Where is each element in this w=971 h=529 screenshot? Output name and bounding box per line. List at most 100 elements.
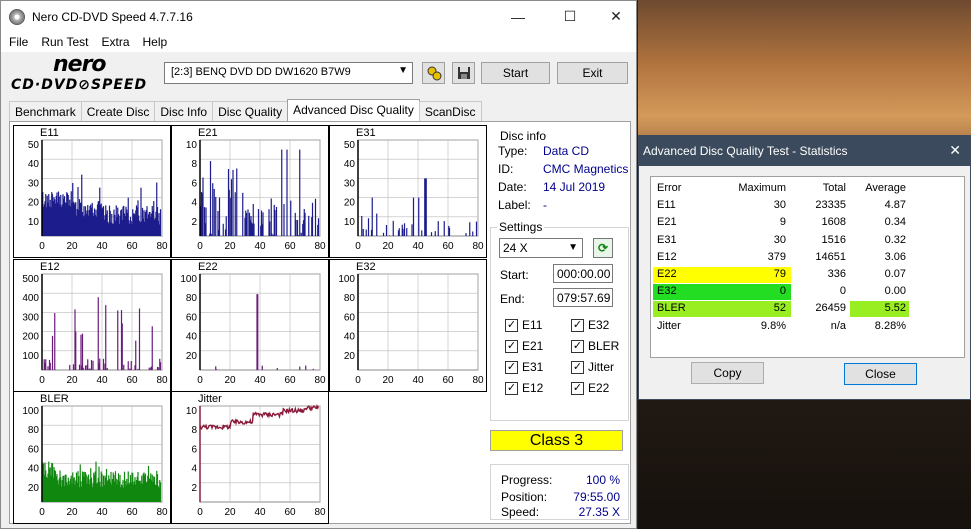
chart-e21: 10 8 6 4 2 0 20 40 60 80 E21 bbox=[171, 125, 329, 258]
x-tick-label: 60 bbox=[284, 507, 296, 518]
maximize-button[interactable]: ☐ bbox=[547, 1, 593, 32]
y-tick-label: 80 bbox=[186, 293, 198, 304]
stats-row: Jitter 9.8% n/a 8.28% bbox=[657, 319, 906, 332]
tab-disc-info[interactable]: Disc Info bbox=[154, 101, 214, 121]
exit-button[interactable]: Exit bbox=[557, 62, 628, 84]
y-tick-label: 8 bbox=[191, 425, 197, 436]
chevron-down-icon: ▼ bbox=[398, 65, 408, 76]
tab-disc-quality[interactable]: Disc Quality bbox=[212, 101, 289, 121]
tab-panel: 50 40 30 20 10 0 20 40 60 80 E11 10 8 6 4 2 0 20 40 60 80 E21… bbox=[9, 121, 631, 524]
x-tick-label: 20 bbox=[382, 241, 394, 252]
y-tick-label: 10 bbox=[186, 406, 198, 417]
dialog-close-icon[interactable]: ✕ bbox=[949, 142, 961, 159]
stats-row: E22 79 336 0.07 bbox=[657, 268, 906, 280]
x-tick-label: 60 bbox=[126, 507, 138, 518]
drive-settings-button[interactable] bbox=[422, 62, 445, 84]
statistics-dialog: Advanced Disc Quality Test - Statistics … bbox=[638, 135, 971, 400]
y-tick-label: 10 bbox=[186, 140, 198, 151]
x-tick-label: 40 bbox=[254, 375, 266, 386]
check-icon: ✓ bbox=[571, 318, 584, 332]
y-tick-label: 80 bbox=[344, 293, 356, 304]
chart-e22: 100 80 60 40 20 0 20 40 60 80 E22 bbox=[171, 259, 329, 392]
x-tick-label: 0 bbox=[39, 241, 45, 252]
x-tick-label: 80 bbox=[472, 241, 484, 252]
x-tick-label: 80 bbox=[314, 241, 326, 252]
checkbox-e32[interactable]: ✓ E32 bbox=[571, 318, 609, 332]
x-tick-label: 20 bbox=[224, 507, 236, 518]
disc-label: - bbox=[543, 198, 547, 212]
start-time-field[interactable]: 000:00.00 bbox=[553, 264, 613, 283]
y-tick-label: 40 bbox=[344, 159, 356, 170]
drive-select[interactable]: [2:3] BENQ DVD DD DW1620 B7W9 ▼ bbox=[164, 62, 413, 84]
chevron-down-icon: ▼ bbox=[568, 242, 578, 253]
x-tick-label: 60 bbox=[442, 241, 454, 252]
checkbox-e12[interactable]: ✓ E12 bbox=[505, 381, 543, 395]
chart-title: E22 bbox=[198, 261, 218, 273]
close-button[interactable]: ✕ bbox=[593, 1, 639, 32]
x-tick-label: 40 bbox=[412, 241, 424, 252]
x-tick-label: 40 bbox=[412, 375, 424, 386]
stats-row: E21 9 1608 0.34 bbox=[657, 216, 906, 229]
x-tick-label: 20 bbox=[66, 241, 78, 252]
tab-create-disc[interactable]: Create Disc bbox=[80, 101, 156, 121]
x-tick-label: 80 bbox=[472, 375, 484, 386]
disc-date: 14 Jul 2019 bbox=[543, 180, 606, 194]
menu-extra[interactable]: Extra bbox=[93, 35, 134, 49]
chart-title: E21 bbox=[198, 127, 218, 139]
y-tick-label: 30 bbox=[28, 178, 40, 189]
y-tick-label: 60 bbox=[186, 312, 198, 323]
main-window: Nero CD-DVD Speed 4.7.7.16 — ☐ ✕ File Ru… bbox=[0, 0, 637, 529]
minimize-button[interactable]: — bbox=[495, 1, 541, 32]
menu-run-test[interactable]: Run Test bbox=[33, 35, 93, 49]
dialog-close-button[interactable]: Close bbox=[844, 363, 917, 385]
disc-type: Data CD bbox=[543, 144, 590, 158]
statistics-table: Error Maximum Total Average E11 30 23335 4.87 E2… bbox=[650, 176, 965, 358]
y-tick-label: 80 bbox=[28, 425, 40, 436]
speed-select[interactable]: 24 X ▼ bbox=[499, 238, 583, 258]
checkbox-e21[interactable]: ✓ E21 bbox=[505, 339, 543, 353]
chart-e31: 50 40 30 20 10 0 20 40 60 80 E31 bbox=[329, 125, 487, 258]
checkbox-jitter[interactable]: ✓ Jitter bbox=[571, 360, 614, 374]
check-icon: ✓ bbox=[571, 360, 584, 374]
x-tick-label: 40 bbox=[96, 375, 108, 386]
tab-scandisc[interactable]: ScanDisc bbox=[418, 101, 482, 121]
end-time-field[interactable]: 079:57.69 bbox=[553, 288, 613, 307]
class-result: Class 3 bbox=[490, 430, 623, 451]
tab-advanced-disc-quality[interactable]: Advanced Disc Quality bbox=[287, 99, 420, 121]
checkbox-e31[interactable]: ✓ E31 bbox=[505, 360, 543, 374]
x-tick-label: 80 bbox=[314, 375, 326, 386]
x-tick-label: 40 bbox=[254, 241, 266, 252]
y-tick-label: 400 bbox=[22, 293, 39, 304]
stats-row: E11 30 23335 4.87 bbox=[657, 199, 906, 212]
x-tick-label: 20 bbox=[66, 507, 78, 518]
y-tick-label: 50 bbox=[28, 140, 40, 151]
tab-benchmark[interactable]: Benchmark bbox=[9, 101, 82, 121]
menu-help[interactable]: Help bbox=[135, 35, 173, 49]
y-tick-label: 10 bbox=[344, 217, 356, 228]
copy-button[interactable]: Copy bbox=[691, 362, 764, 384]
checkbox-bler[interactable]: ✓ BLER bbox=[571, 339, 619, 353]
y-tick-label: 100 bbox=[22, 351, 39, 362]
stats-header-row: Error Maximum Total Average bbox=[657, 182, 906, 194]
chart-title: E12 bbox=[40, 261, 60, 273]
checkbox-e22[interactable]: ✓ E22 bbox=[571, 381, 609, 395]
x-tick-label: 60 bbox=[284, 375, 296, 386]
tab-strip: Benchmark Create Disc Disc Info Disc Qua… bbox=[9, 99, 482, 121]
position-value: 79:55.00 bbox=[573, 490, 620, 504]
y-tick-label: 4 bbox=[191, 198, 197, 209]
refresh-icon[interactable]: ⟳ bbox=[593, 238, 613, 258]
x-tick-label: 20 bbox=[382, 375, 394, 386]
menu-file[interactable]: File bbox=[1, 35, 33, 49]
x-tick-label: 20 bbox=[224, 241, 236, 252]
y-tick-label: 200 bbox=[22, 332, 39, 343]
menu-bar: File Run Test Extra Help bbox=[1, 32, 636, 52]
x-tick-label: 20 bbox=[224, 375, 236, 386]
settings-group: Settings 24 X ▼ ⟳ Start: 000:00.00 End: … bbox=[490, 220, 629, 421]
x-tick-label: 40 bbox=[254, 507, 266, 518]
y-tick-label: 100 bbox=[338, 274, 355, 285]
start-button[interactable]: Start bbox=[481, 62, 550, 84]
progress-group: Progress: 100 % Position: 79:55.00 Speed: 2… bbox=[490, 464, 629, 520]
checkbox-e11[interactable]: ✓ E11 bbox=[505, 318, 542, 332]
check-icon: ✓ bbox=[571, 381, 584, 395]
save-button[interactable] bbox=[452, 62, 475, 84]
